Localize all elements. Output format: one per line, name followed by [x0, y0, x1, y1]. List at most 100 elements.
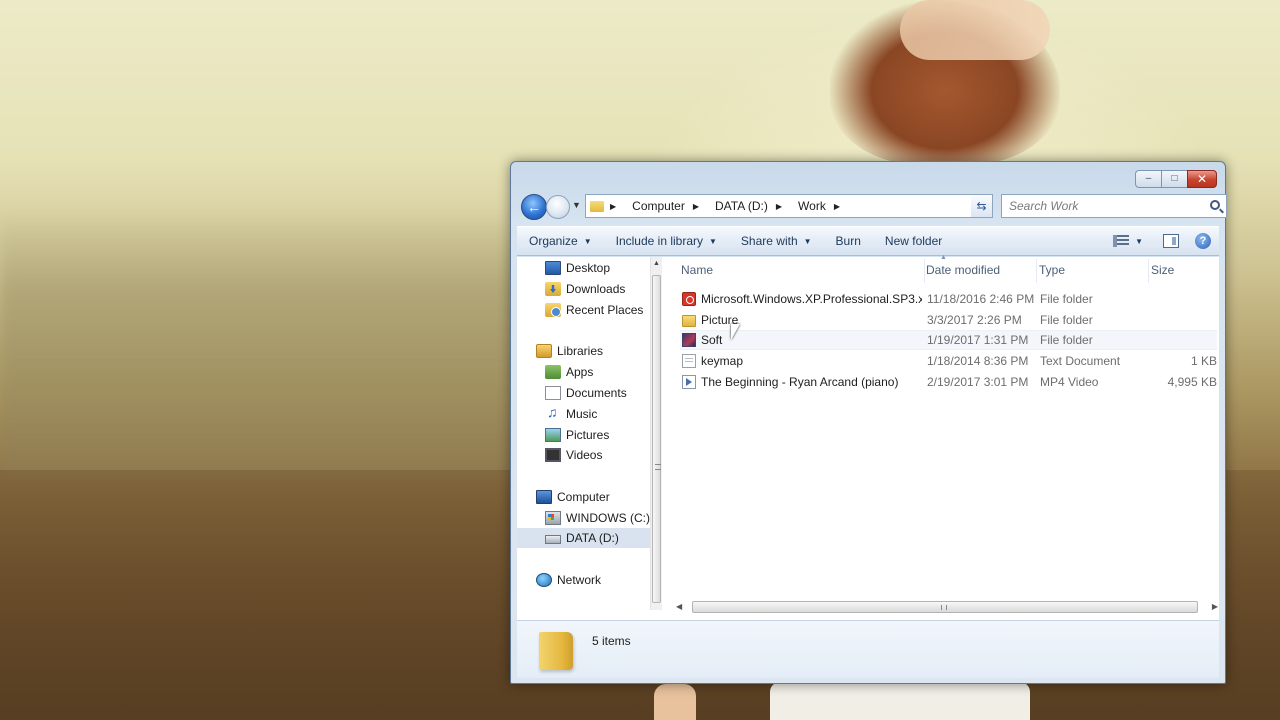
breadcrumb-separator[interactable]: ▶	[776, 202, 790, 211]
drive-c-icon	[545, 511, 561, 525]
column-divider[interactable]	[1036, 259, 1037, 283]
breadcrumb-separator[interactable]: ▶	[834, 202, 848, 211]
music-library-icon	[545, 404, 561, 421]
file-date: 2/19/2017 3:01 PM	[927, 375, 1029, 389]
file-type: MP4 Video	[1040, 375, 1099, 389]
new-folder-label: New folder	[884, 234, 943, 248]
grip-icon	[941, 605, 947, 610]
file-row[interactable]: keymap 1/18/2014 8:36 PM Text Document 1…	[682, 351, 1217, 371]
nav-item-downloads[interactable]: Downloads	[517, 279, 650, 299]
sort-ascending-icon: ▲	[940, 254, 947, 261]
file-row[interactable]: The Beginning - Ryan Arcand (piano) 2/19…	[682, 372, 1217, 392]
column-header-type[interactable]: Type	[1039, 263, 1065, 279]
downloads-folder-icon	[545, 282, 561, 296]
scroll-left-icon[interactable]: ◀	[676, 602, 682, 611]
nav-item-apps[interactable]: Apps	[517, 362, 650, 382]
breadcrumb-separator-root[interactable]: ▶	[610, 202, 624, 211]
nav-item-libraries[interactable]: Libraries	[517, 341, 650, 361]
wallpaper-figure-hand	[654, 684, 696, 720]
horizontal-scrollbar[interactable]: ◀ ▶	[676, 600, 1218, 615]
nav-item-pictures[interactable]: Pictures	[517, 425, 650, 445]
preview-pane-icon[interactable]	[1163, 234, 1179, 248]
nav-item-label: Apps	[566, 365, 594, 379]
details-pane: 5 items	[517, 620, 1219, 678]
column-header-name[interactable]: Name	[681, 263, 713, 279]
navigation-scrollbar[interactable]: ▲	[650, 257, 662, 610]
address-bar[interactable]: ▶ Computer ▶ DATA (D:) ▶ Work ▶ ▼	[585, 194, 990, 218]
burn-button[interactable]: Burn	[824, 227, 873, 255]
caption-buttons: ‒ □ ✕	[1135, 170, 1217, 188]
file-size: 1 KB	[1190, 354, 1217, 368]
help-icon[interactable]: ?	[1195, 233, 1211, 249]
search-icon[interactable]	[1210, 200, 1220, 210]
nav-item-label: WINDOWS (C:)	[566, 511, 650, 525]
file-date: 1/18/2014 8:36 PM	[927, 354, 1029, 368]
nav-item-recent-places[interactable]: Recent Places	[517, 300, 650, 320]
file-type: File folder	[1040, 292, 1093, 306]
file-row[interactable]: Picture 3/3/2017 2:26 PM File folder	[682, 310, 1217, 330]
include-in-library-label: Include in library	[615, 234, 703, 248]
file-type: Text Document	[1040, 354, 1121, 368]
back-button[interactable]: ←	[521, 194, 547, 220]
breadcrumb-data-d[interactable]: DATA (D:)	[715, 199, 768, 213]
breadcrumb-computer[interactable]: Computer	[632, 199, 685, 213]
nav-item-computer[interactable]: Computer	[517, 487, 650, 507]
nav-item-data-d[interactable]: DATA (D:)	[517, 528, 650, 548]
close-button[interactable]: ✕	[1187, 170, 1217, 188]
column-divider[interactable]	[1148, 259, 1149, 283]
chevron-right-icon: ▶	[692, 201, 699, 211]
share-with-button[interactable]: Share with ▼	[729, 227, 824, 255]
nav-item-videos[interactable]: Videos	[517, 445, 650, 465]
documents-library-icon	[545, 386, 561, 400]
breadcrumb-label: DATA (D:)	[715, 199, 768, 213]
minimize-button[interactable]: ‒	[1135, 170, 1161, 188]
organize-button[interactable]: Organize ▼	[517, 227, 604, 255]
change-view-icon[interactable]	[1113, 235, 1130, 247]
chevron-down-icon: ▼	[583, 236, 592, 246]
nav-item-windows-c[interactable]: WINDOWS (C:)	[517, 508, 650, 528]
nav-item-network[interactable]: Network	[517, 570, 650, 590]
file-row[interactable]: Soft 1/19/2017 1:31 PM File folder	[680, 330, 1217, 350]
breadcrumb-separator[interactable]: ▶	[693, 202, 707, 211]
forward-button[interactable]	[546, 195, 570, 219]
nav-item-music[interactable]: Music	[517, 404, 650, 424]
desktop-fog	[0, 210, 520, 480]
chevron-down-icon: ▼	[803, 236, 812, 246]
scroll-right-icon[interactable]: ▶	[1212, 602, 1218, 611]
explorer-window: ‒ □ ✕ ← ▼ ▶ Computer ▶ DATA (D:) ▶ Work …	[510, 161, 1227, 684]
maximize-button[interactable]: □	[1161, 170, 1187, 188]
recent-pages-dropdown[interactable]: ▼	[572, 200, 581, 210]
scrollbar-thumb[interactable]	[692, 601, 1198, 613]
nav-item-label: Recent Places	[566, 303, 644, 317]
wallpaper-figure-dress	[770, 682, 1030, 720]
breadcrumb-work[interactable]: Work	[798, 199, 826, 213]
file-list: ▲ Name Date modified Type Size Microsoft…	[664, 254, 1219, 620]
more-views-dropdown[interactable]: ▼	[1135, 237, 1143, 246]
scroll-up-icon[interactable]: ▲	[653, 260, 660, 267]
file-name-cell: The Beginning - Ryan Arcand (piano)	[682, 375, 922, 389]
nav-item-desktop[interactable]: Desktop	[517, 258, 650, 278]
refresh-button[interactable]: ⇆	[971, 194, 993, 218]
nav-item-documents[interactable]: Documents	[517, 383, 650, 403]
libraries-icon	[536, 344, 552, 358]
nav-item-label: Documents	[566, 386, 627, 400]
explorer-body: Desktop Downloads Recent Places Librarie…	[517, 254, 1219, 620]
column-header-date-modified[interactable]: Date modified	[926, 263, 1000, 279]
breadcrumb-label: Computer	[632, 199, 685, 213]
search-input[interactable]	[1009, 199, 1199, 213]
file-name-cell: keymap	[682, 354, 922, 368]
chevron-right-icon: ▶	[833, 201, 840, 211]
column-header-size[interactable]: Size	[1151, 263, 1174, 279]
search-box	[1001, 194, 1227, 218]
file-name-cell: Microsoft.Windows.XP.Professional.SP3.x.…	[682, 292, 922, 306]
file-name: keymap	[701, 354, 744, 368]
file-type: File folder	[1040, 313, 1093, 327]
scrollbar-thumb[interactable]	[652, 275, 661, 603]
red-folder-icon	[682, 292, 696, 306]
include-in-library-button[interactable]: Include in library ▼	[604, 227, 729, 255]
file-row[interactable]: Microsoft.Windows.XP.Professional.SP3.x.…	[682, 289, 1217, 309]
wallpaper-figure-arm	[900, 0, 1050, 60]
new-folder-button[interactable]: New folder	[873, 227, 954, 255]
column-divider[interactable]	[924, 259, 925, 283]
nav-item-label: Pictures	[566, 428, 610, 442]
